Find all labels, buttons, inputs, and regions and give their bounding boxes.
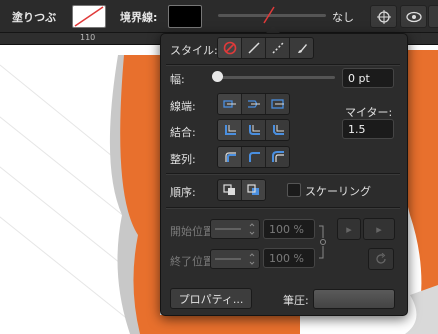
align-inside-option[interactable] xyxy=(218,147,242,167)
order-selector xyxy=(217,179,266,201)
style-solid-option[interactable] xyxy=(242,38,266,58)
bevel-join-icon xyxy=(272,125,284,135)
round-cap-option[interactable] xyxy=(242,94,266,114)
round-join-option[interactable] xyxy=(242,120,266,140)
scaling-checkbox[interactable] xyxy=(287,183,301,197)
separator xyxy=(166,64,400,66)
reset-arrowheads-button[interactable] xyxy=(368,248,394,270)
miter-join-icon xyxy=(224,125,236,135)
align-selector xyxy=(217,146,290,168)
butt-cap-icon xyxy=(222,100,236,108)
stroke-label: 境界線: xyxy=(120,11,158,24)
separator xyxy=(166,173,400,175)
stroke-swatch[interactable] xyxy=(168,5,202,28)
dashed-line-icon xyxy=(271,42,284,54)
miter-label: マイター: xyxy=(345,106,393,119)
crosshair-icon xyxy=(376,9,391,24)
cap-selector xyxy=(217,93,290,115)
fill-label: 塗りつぶ xyxy=(12,11,57,24)
stroke-front-icon xyxy=(246,184,259,195)
bevel-join-option[interactable] xyxy=(266,120,289,140)
arrow-right-icon: ▸ xyxy=(376,222,382,236)
align-center-option[interactable] xyxy=(242,147,266,167)
fill-swatch[interactable] xyxy=(72,5,106,28)
width-field[interactable]: 0 pt xyxy=(342,68,394,88)
join-selector xyxy=(217,119,290,141)
solid-line-icon xyxy=(247,42,260,54)
width-label: 幅: xyxy=(170,73,185,86)
end-scale-field[interactable]: 100 % xyxy=(263,248,315,268)
round-join-icon xyxy=(248,125,260,135)
width-slider[interactable] xyxy=(217,76,335,79)
join-label: 結合: xyxy=(170,126,196,139)
scaling-label: スケーリング xyxy=(305,185,371,198)
order-label: 順序: xyxy=(170,186,196,199)
stroke-none-label: なし xyxy=(332,11,354,24)
align-label: 整列: xyxy=(170,153,196,166)
round-cap-icon xyxy=(247,100,260,108)
width-slider-thumb[interactable] xyxy=(212,71,223,82)
separator xyxy=(166,207,400,209)
style-dashed-option[interactable] xyxy=(266,38,290,58)
cap-label: 線端: xyxy=(170,100,196,113)
refresh-icon xyxy=(376,253,386,264)
align-outside-option[interactable] xyxy=(266,147,289,167)
style-brush-option[interactable] xyxy=(290,38,313,58)
start-arrowhead-select[interactable] xyxy=(210,219,260,239)
square-cap-option[interactable] xyxy=(266,94,289,114)
end-arrowhead-select[interactable] xyxy=(210,249,260,269)
start-scale-field[interactable]: 100 % xyxy=(263,219,315,239)
butt-cap-option[interactable] xyxy=(218,94,242,114)
stroke-front-option[interactable] xyxy=(242,180,265,200)
link-chain-icon xyxy=(319,225,326,259)
arrowhead-dropdown-icon xyxy=(215,223,255,235)
miter-field[interactable]: 1.5 xyxy=(342,119,394,139)
toolbar-overflow-button[interactable] xyxy=(428,5,438,28)
align-center-icon xyxy=(248,152,260,162)
brush-icon xyxy=(297,44,307,53)
stroke-behind-icon xyxy=(222,184,235,195)
ruler-mark: 110 xyxy=(80,33,96,42)
properties-button[interactable]: プロパティ... xyxy=(170,288,252,309)
arrow-right-icon: ▸ xyxy=(346,222,352,236)
slider-none-marker-icon xyxy=(263,6,275,24)
eye-icon xyxy=(405,11,422,22)
align-outside-icon xyxy=(271,151,284,162)
pressure-label: 筆圧: xyxy=(283,294,309,307)
style-selector xyxy=(217,37,314,59)
pressure-curve-button[interactable] xyxy=(313,289,395,309)
miter-join-option[interactable] xyxy=(218,120,242,140)
arrowhead-dropdown-icon xyxy=(215,253,255,265)
swap-end-button[interactable]: ▸ xyxy=(363,218,395,240)
align-inside-icon xyxy=(224,152,236,162)
square-cap-icon xyxy=(270,99,284,109)
style-none-option[interactable] xyxy=(218,38,242,58)
style-label: スタイル: xyxy=(170,44,218,57)
swap-start-button[interactable]: ▸ xyxy=(337,218,361,240)
none-slash-icon xyxy=(74,6,104,27)
view-mode-button[interactable] xyxy=(400,5,427,28)
no-stroke-icon xyxy=(223,41,236,55)
snapping-button[interactable] xyxy=(370,5,397,28)
stroke-behind-option[interactable] xyxy=(218,180,242,200)
